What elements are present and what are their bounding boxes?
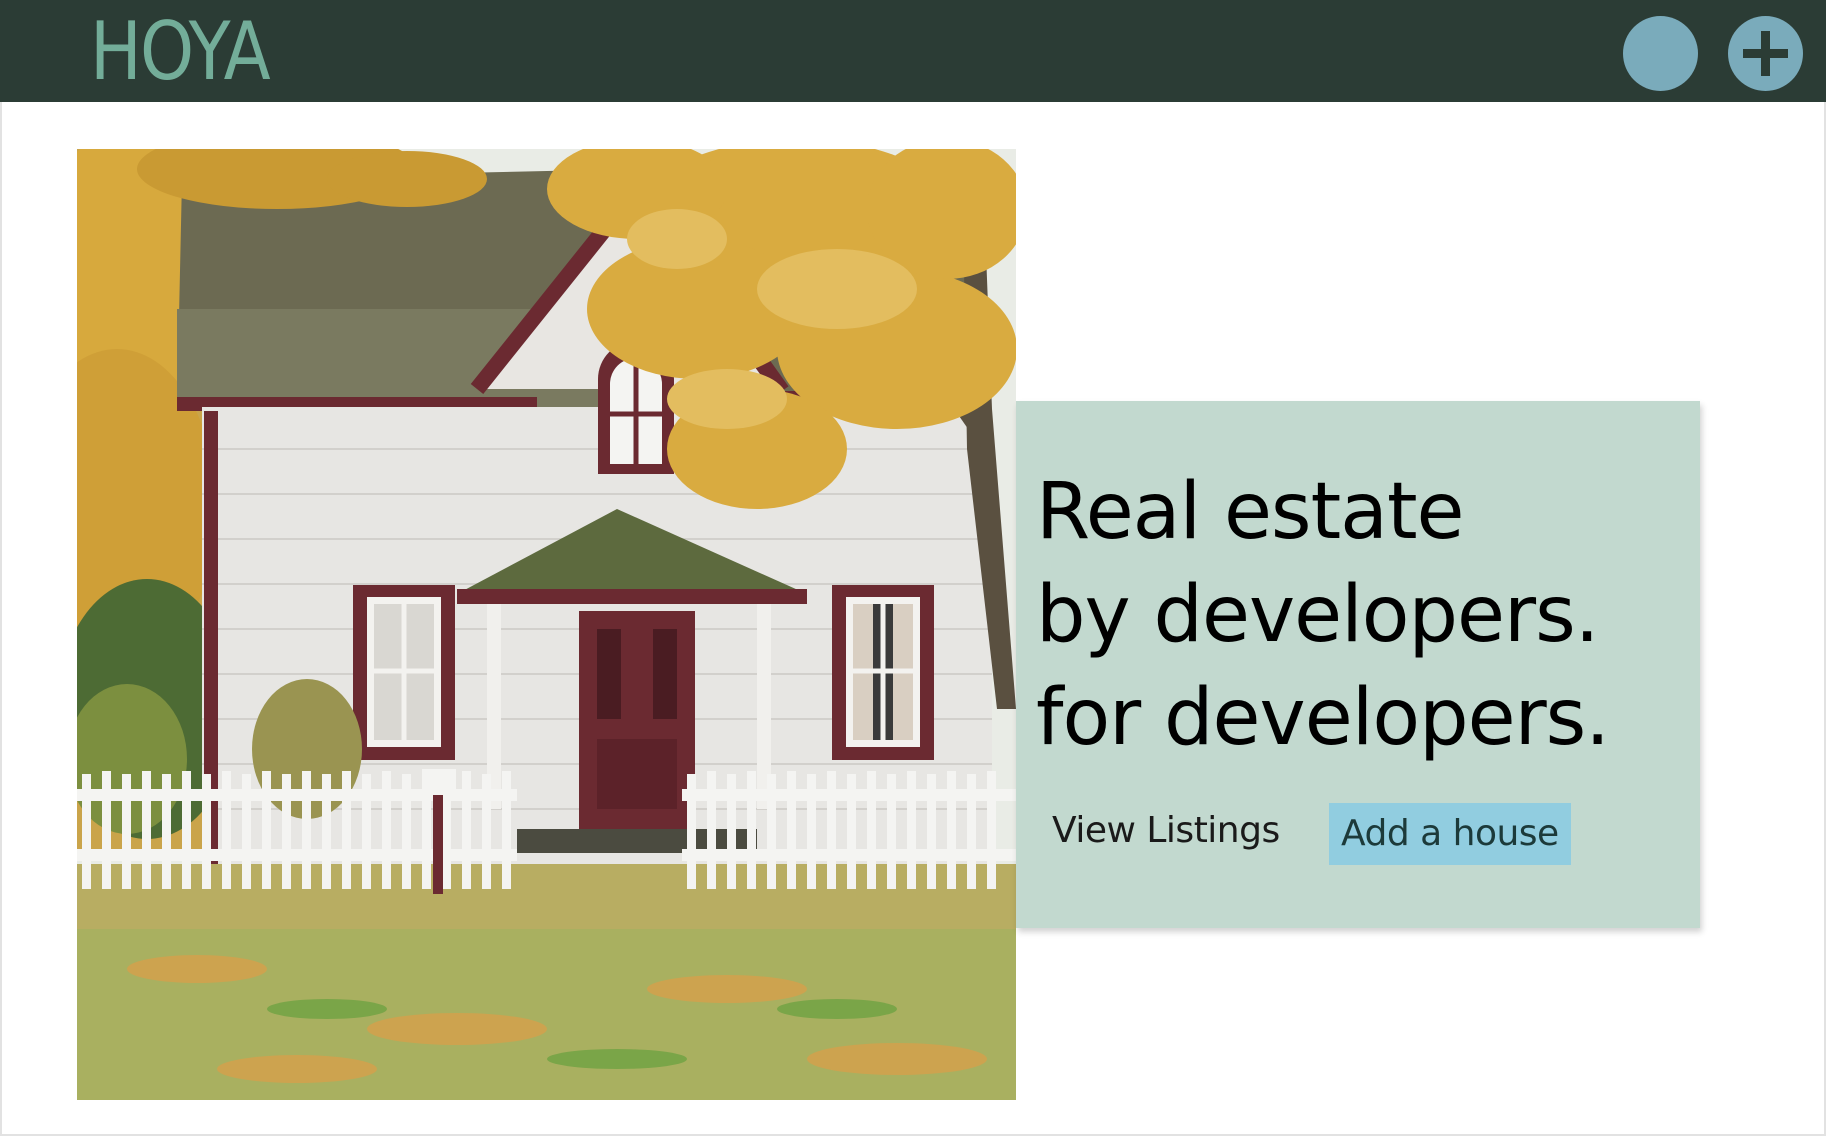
brand-logo[interactable]: HOYA <box>90 8 271 96</box>
plus-circle-icon[interactable] <box>1728 16 1803 91</box>
headline-line-3: for developers. <box>1036 673 1610 763</box>
top-navbar: HOYA <box>0 0 1826 102</box>
headline-line-1: Real estate <box>1036 467 1465 557</box>
hero-headline: Real estate by developers. for developer… <box>1036 461 1610 770</box>
headline-line-2: by developers. <box>1036 570 1600 660</box>
view-listings-button[interactable]: View Listings <box>1052 801 1280 861</box>
add-house-button[interactable]: Add a house <box>1329 803 1571 865</box>
user-avatar-icon[interactable] <box>1623 16 1698 91</box>
hero-house-photo <box>77 149 1016 1100</box>
hero-card: Real estate by developers. for developer… <box>1016 401 1700 928</box>
